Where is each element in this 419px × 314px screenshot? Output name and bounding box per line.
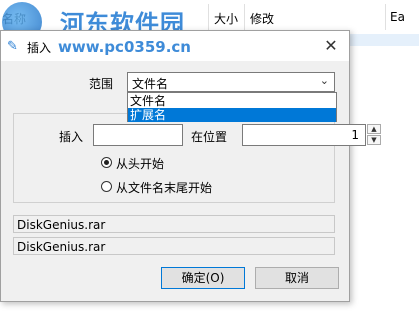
position-label: 在位置 xyxy=(191,130,228,144)
radio-from-start-label[interactable]: 从头开始 xyxy=(116,155,164,172)
close-button[interactable]: ✕ xyxy=(319,35,343,57)
scope-selected-value: 文件名 xyxy=(132,77,169,91)
spin-up-icon[interactable]: ▲ xyxy=(367,124,381,134)
radio-from-start[interactable] xyxy=(101,157,112,168)
position-value: 1 xyxy=(351,128,359,142)
dialog-title: 插入 xyxy=(27,41,52,55)
insert-text-input[interactable] xyxy=(93,124,183,146)
column-divider xyxy=(208,4,209,30)
column-partial: Ea xyxy=(390,10,405,24)
watermark-url: www.pc0359.cn xyxy=(58,38,191,56)
position-input[interactable]: 1 xyxy=(242,124,366,146)
cancel-button[interactable]: 取消 xyxy=(255,267,339,289)
app-icon: ✎ xyxy=(7,39,18,54)
preview-original: DiskGenius.rar xyxy=(13,215,335,233)
chevron-down-icon: ⌄ xyxy=(319,74,329,87)
insert-label: 插入 xyxy=(59,130,84,144)
preview-original-text: DiskGenius.rar xyxy=(17,218,106,232)
column-divider xyxy=(385,4,386,30)
scope-option-filename[interactable]: 文件名 xyxy=(128,94,336,108)
preview-new-text: DiskGenius.rar xyxy=(17,240,106,254)
preview-new: DiskGenius.rar xyxy=(13,237,335,255)
radio-from-end[interactable] xyxy=(101,181,112,192)
scope-option-extension[interactable]: 扩展名 xyxy=(128,108,336,122)
column-divider xyxy=(244,4,245,30)
scope-dropdown-list: 文件名 扩展名 xyxy=(127,92,337,122)
insert-dialog: ✎ 插入 ✕ 范围 文件名 ⌄ 文件名 扩展名 插入 在位置 1 ▲ ▼ 从头开… xyxy=(0,30,381,302)
radio-from-end-label[interactable]: 从文件名末尾开始 xyxy=(116,179,212,196)
spin-down-icon[interactable]: ▼ xyxy=(367,135,381,145)
column-modified[interactable]: 修改 xyxy=(250,10,274,27)
column-size[interactable]: 大小 xyxy=(214,10,238,27)
ok-button[interactable]: 确定(O) xyxy=(161,267,245,289)
scope-select[interactable]: 文件名 ⌄ xyxy=(127,72,335,92)
scope-label: 范围 xyxy=(89,77,114,91)
